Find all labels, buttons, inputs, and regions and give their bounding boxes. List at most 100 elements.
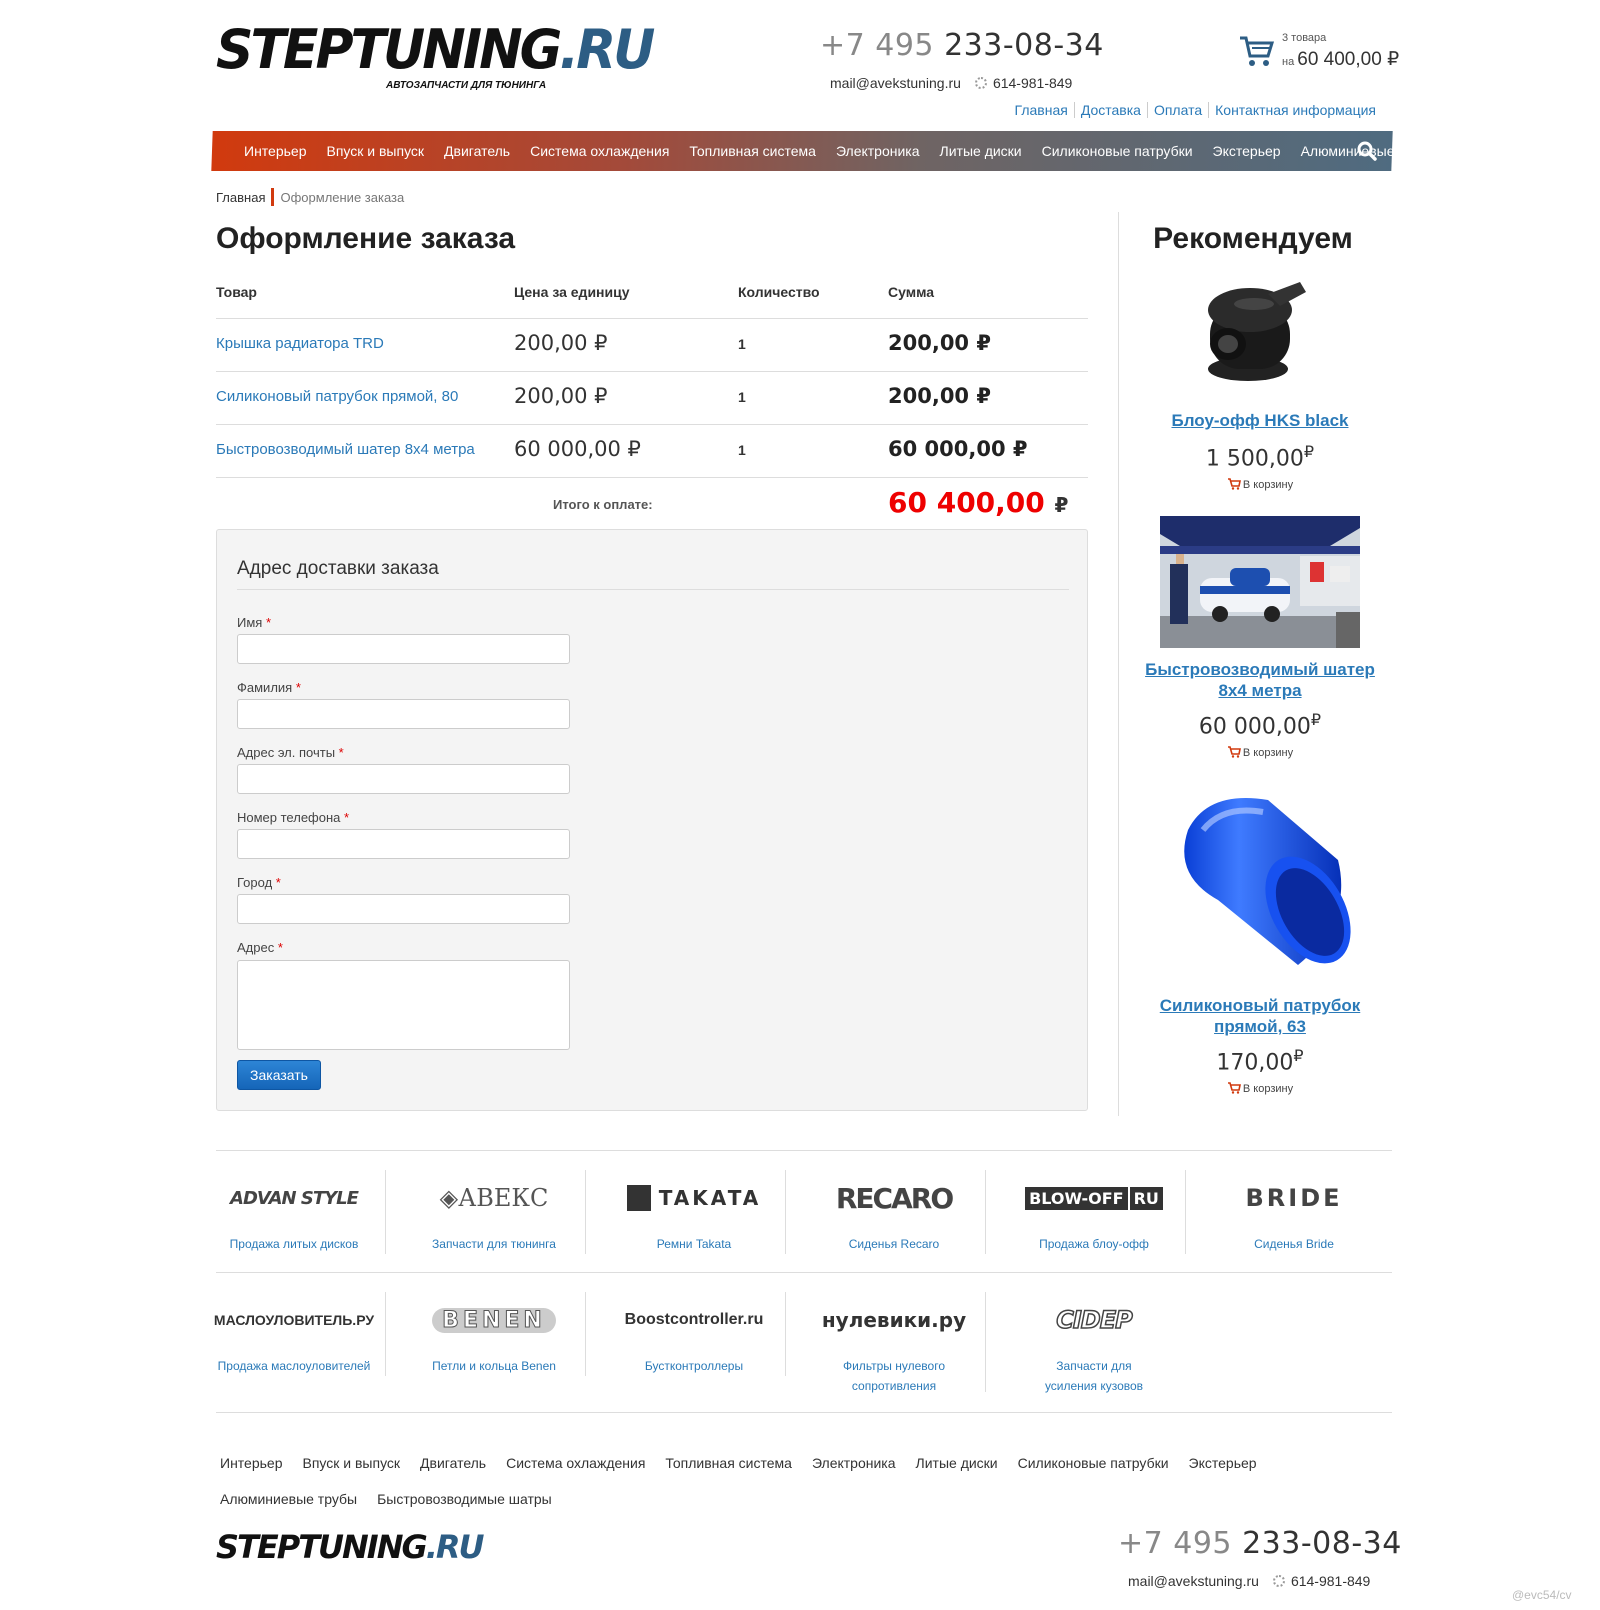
brand-boostcontroller[interactable]: Boostcontroller.ru Бустконтроллеры [594,1296,794,1376]
footer-logo[interactable]: STEPTUNING.RU [216,1528,485,1566]
row-sum: 200,00 ₽ [888,331,991,355]
first-name-input[interactable] [237,634,570,664]
nav-intake-exhaust[interactable]: Впуск и выпуск [327,143,425,159]
form-title: Адрес доставки заказа [237,558,439,579]
rec-add-to-cart[interactable]: В корзину [1130,746,1390,759]
recaro-logo: RECARO [835,1181,954,1215]
rec-item-price: 60 000,00₽ [1198,710,1322,740]
toplink-payment[interactable]: Оплата [1147,102,1210,118]
silicone-hose-image[interactable] [1168,790,1358,980]
brand-masloulovitel[interactable]: МАСЛОУЛОВИТЕЛЬ.РУ Продажа маслоуловителе… [194,1296,394,1376]
nav-wheels[interactable]: Литые диски [940,143,1022,159]
quantity: 1 [738,336,746,352]
toplink-contacts[interactable]: Контактная информация [1209,102,1382,118]
top-links: Главная Доставка Оплата Контактная информац… [1008,102,1382,118]
brand-divider [385,1292,386,1376]
blowoff-valve-image[interactable] [1188,274,1318,394]
city-input[interactable] [237,894,570,924]
brands-row-divider [216,1272,1392,1273]
quantity: 1 [738,442,746,458]
toplink-home[interactable]: Главная [1008,102,1075,118]
header-contacts: mail@avekstuning.ru 614-981-849 [830,75,1072,91]
product-link[interactable]: Быстровозводимый шатер 8х4 метра [216,441,475,458]
brand-divider [585,1292,586,1376]
table-divider [216,477,1088,478]
tent-image[interactable] [1160,516,1360,648]
footer-link[interactable]: Быстровозводимые шатры [377,1481,552,1517]
footer-link[interactable]: Алюминиевые трубы [220,1481,357,1517]
footer-link[interactable]: Электроника [812,1445,896,1481]
brand-aveks[interactable]: ◈ АВЕКС Запчасти для тюнинга [394,1174,594,1254]
site-logo[interactable]: STEPTUNING.RU [216,23,655,78]
email-input[interactable] [237,764,570,794]
footer-link[interactable]: Система охлаждения [506,1445,645,1481]
breadcrumb-home[interactable]: Главная [216,190,265,205]
search-icon[interactable] [1356,140,1378,162]
cart-icon [1227,1082,1241,1094]
footer-link[interactable]: Интерьер [220,1445,283,1481]
cart-icon [1227,746,1241,758]
footer-link[interactable]: Топливная система [665,1445,792,1481]
brand-nuleviki[interactable]: нулевики.ру Фильтры нулевого сопротивлен… [794,1296,994,1393]
product-link[interactable]: Крышка радиатора TRD [216,335,384,352]
page-title: Оформление заказа [216,222,516,255]
email-label: Адрес эл. почты * [237,745,344,760]
address-textarea[interactable] [237,960,570,1050]
brand-bride[interactable]: BRIDE Сиденья Bride [1194,1174,1394,1254]
breadcrumb-divider [271,188,275,206]
nav-exterior[interactable]: Экстерьер [1213,143,1281,159]
rec-item-name[interactable]: Быстровозводимый шатер 8х4 метра [1130,659,1390,701]
rec-item-name[interactable]: Блоу-офф HKS black [1130,410,1390,431]
masloulovitel-logo: МАСЛОУЛОВИТЕЛЬ.РУ [213,1312,375,1328]
brand-caption: Продажа литых дисков [229,1237,359,1251]
nav-cooling[interactable]: Система охлаждения [530,143,669,159]
total-value: 60 400,00 ₽ [888,486,1069,519]
nav-fuel[interactable]: Топливная система [689,143,816,159]
footer-link[interactable]: Впуск и выпуск [303,1445,401,1481]
submit-order-button[interactable]: Заказать [237,1060,321,1090]
nav-interior[interactable]: Интерьер [244,143,307,159]
footer-phone: +7 495 233-08-34 [1118,1526,1402,1561]
breadcrumb-current: Оформление заказа [280,190,405,205]
brand-cidep[interactable]: CIDEP Запчасти для усиления кузовов [994,1296,1194,1393]
nav-engine[interactable]: Двигатель [444,143,510,159]
takata-logo: TAKATA [594,1178,794,1218]
col-unit-price: Цена за единицу [514,284,630,300]
last-name-input[interactable] [237,699,570,729]
col-quantity: Количество [738,284,820,300]
blowoff-logo: BLOW-OFF RU [994,1178,1194,1218]
boostcontroller-logo: Boostcontroller.ru [624,1311,764,1328]
nav-electronics[interactable]: Электроника [836,143,920,159]
toplink-delivery[interactable]: Доставка [1074,102,1148,118]
brand-blowoff[interactable]: BLOW-OFF RU Продажа блоу-офф [994,1174,1194,1254]
table-row: Силиконовый патрубок прямой, 80 200,00 ₽… [216,371,1088,424]
rec-item-name[interactable]: Силиконовый патрубок прямой, 63 [1130,995,1390,1037]
footer-link[interactable]: Силиконовые патрубки [1018,1445,1169,1481]
brand-takata[interactable]: TAKATA Ремни Takata [594,1174,794,1254]
rec-item-price: 1 500,00₽ [1205,442,1315,472]
brand-caption: Сиденья Recaro [848,1237,940,1251]
footer-contacts: mail@avekstuning.ru 614-981-849 [1128,1573,1370,1589]
brand-advan[interactable]: ADVAN STYLE Продажа литых дисков [194,1174,394,1254]
header-cart[interactable]: 3 товара на 60 400,00 ₽ [1238,30,1399,74]
header-email[interactable]: mail@avekstuning.ru [830,75,961,91]
footer-link[interactable]: Экстерьер [1189,1445,1257,1481]
phone-label: Номер телефона * [237,810,350,825]
brand-benen[interactable]: BENEN Петли и кольца Benen [394,1296,594,1376]
brand-divider [585,1170,586,1254]
footer-nav: Интерьер Впуск и выпуск Двигатель Система о… [220,1445,1320,1517]
phone-input[interactable] [237,829,570,859]
footer-link[interactable]: Двигатель [420,1445,486,1481]
brand-divider [1185,1170,1186,1254]
brand-recaro[interactable]: RECARO Сиденья Recaro [794,1174,994,1254]
advan-logo: ADVAN STYLE [230,1187,359,1209]
nav-silicone-hoses[interactable]: Силиконовые патрубки [1042,143,1193,159]
rec-add-to-cart[interactable]: В корзину [1130,478,1390,491]
footer-link[interactable]: Литые диски [916,1445,998,1481]
product-link[interactable]: Силиконовый патрубок прямой, 80 [216,388,458,405]
total-label: Итого к оплате: [553,497,653,512]
rec-add-to-cart[interactable]: В корзину [1130,1082,1390,1095]
footer-email[interactable]: mail@avekstuning.ru [1128,1573,1259,1589]
brand-caption: Продажа блоу-офф [1039,1237,1149,1251]
footer-icq: 614-981-849 [1290,1573,1371,1589]
